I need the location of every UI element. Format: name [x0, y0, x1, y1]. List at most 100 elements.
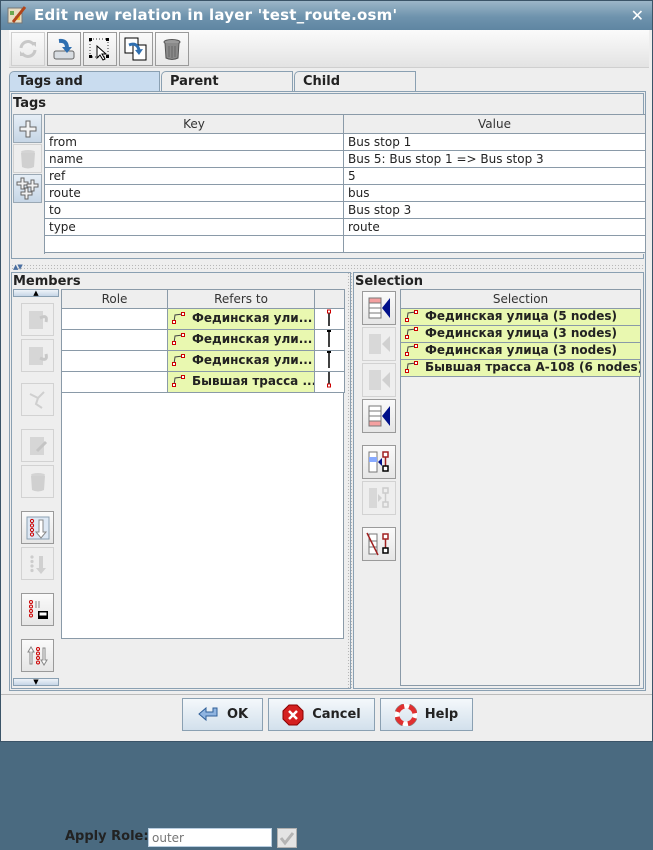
- add-selected-at-start-button[interactable]: [362, 291, 396, 325]
- tag-value[interactable]: 5: [343, 167, 646, 185]
- way-icon: [172, 354, 186, 369]
- member-refers-to[interactable]: Бывшая трасса ...: [167, 371, 315, 393]
- refresh-button[interactable]: [11, 32, 45, 66]
- role-input[interactable]: [148, 828, 272, 847]
- selection-row[interactable]: Фединская улица (3 nodes): [400, 325, 641, 343]
- value-column-header[interactable]: Value: [343, 114, 646, 134]
- splitter-arrows-icon[interactable]: ▲▼: [13, 263, 23, 271]
- tag-value-input[interactable]: [343, 235, 646, 253]
- selection-item-label: Фединская улица (3 nodes): [425, 326, 618, 341]
- linkage-column-header[interactable]: [314, 289, 345, 309]
- ok-arrow-icon: [198, 706, 218, 721]
- member-refers-to[interactable]: Фединская ули...: [167, 329, 315, 351]
- member-role[interactable]: [61, 308, 168, 330]
- duplicate-button[interactable]: [119, 32, 153, 66]
- add-selected-at-end-button[interactable]: [362, 399, 396, 433]
- linkage-cell: [314, 350, 345, 372]
- linkage-middle-icon: [327, 330, 331, 347]
- tab-parent-relations[interactable]: Parent Relations: [161, 71, 293, 109]
- scroll-up-button[interactable]: ▲: [13, 289, 59, 297]
- zoom-to-member-button[interactable]: [21, 383, 54, 416]
- horizontal-splitter[interactable]: [11, 264, 644, 270]
- scroll-down-button[interactable]: ▼: [13, 678, 59, 686]
- tag-value[interactable]: route: [343, 218, 646, 236]
- selection-item[interactable]: Фединская улица (5 nodes): [400, 308, 641, 326]
- remove-selected-button[interactable]: [362, 481, 396, 515]
- linkage-middle-icon: [327, 351, 331, 368]
- member-refers-to[interactable]: Фединская ули...: [167, 308, 315, 330]
- tag-row[interactable]: from Bus stop 1: [44, 133, 646, 151]
- tag-row[interactable]: ref 5: [44, 167, 646, 185]
- close-icon[interactable]: ✕: [631, 6, 644, 25]
- linkage-cell: [314, 329, 345, 351]
- member-role[interactable]: [61, 350, 168, 372]
- tag-key[interactable]: to: [44, 201, 344, 219]
- selection-item[interactable]: Фединская улица (3 nodes): [400, 325, 641, 343]
- new-tag-row[interactable]: [44, 235, 646, 253]
- way-icon: [172, 375, 186, 390]
- tag-key[interactable]: name: [44, 150, 344, 168]
- refers-to-column-header[interactable]: Refers to: [167, 289, 315, 309]
- tag-value[interactable]: Bus 5: Bus stop 1 => Bus stop 3: [343, 150, 646, 168]
- help-button[interactable]: Help: [380, 698, 473, 731]
- josm-app-icon: [7, 6, 27, 24]
- move-down-icon: [28, 346, 48, 365]
- title-bar[interactable]: Edit new relation in layer 'test_route.o…: [1, 1, 652, 30]
- add-tag-button[interactable]: [13, 114, 42, 143]
- member-row[interactable]: Фединская ули...: [61, 350, 345, 372]
- tag-key[interactable]: ref: [44, 167, 344, 185]
- tag-value[interactable]: bus: [343, 184, 646, 202]
- select-in-map-button[interactable]: [83, 32, 117, 66]
- selection-title: Selection: [355, 274, 424, 289]
- select-in-map-icon: [89, 38, 109, 61]
- selection-row[interactable]: Фединская улица (5 nodes): [400, 308, 641, 326]
- remove-from-relation-button[interactable]: [362, 527, 396, 561]
- selection-column-header[interactable]: Selection: [400, 289, 641, 309]
- tag-key-input[interactable]: [44, 235, 344, 253]
- tag-row[interactable]: name Bus 5: Bus stop 1 => Bus stop 3: [44, 150, 646, 168]
- selection-item[interactable]: Фединская улица (3 nodes): [400, 342, 641, 360]
- tag-key[interactable]: type: [44, 218, 344, 236]
- cancel-button[interactable]: Cancel: [268, 698, 375, 731]
- tag-key[interactable]: route: [44, 184, 344, 202]
- member-role[interactable]: [61, 329, 168, 351]
- paste-tags-button[interactable]: [13, 174, 42, 203]
- selection-item[interactable]: Бывшая трасса А-108 (6 nodes): [400, 359, 641, 377]
- remove-member-button[interactable]: [21, 465, 54, 498]
- tag-row[interactable]: route bus: [44, 184, 646, 202]
- add-selected-before-button[interactable]: [362, 327, 396, 361]
- tag-row[interactable]: type route: [44, 218, 646, 236]
- tag-row[interactable]: to Bus stop 3: [44, 201, 646, 219]
- add-selected-after-button[interactable]: [362, 363, 396, 397]
- member-refers-to[interactable]: Фединская ули...: [167, 350, 315, 372]
- edit-member-button[interactable]: [21, 429, 54, 462]
- members-section: Members ▲ ▼ Role Refers to Фединская ули…: [11, 272, 351, 848]
- member-row[interactable]: Фединская ули...: [61, 329, 345, 351]
- apply-role-button[interactable]: [277, 828, 297, 848]
- reverse-members-button[interactable]: [21, 639, 54, 672]
- role-column-header[interactable]: Role: [61, 289, 168, 309]
- way-icon: [405, 361, 419, 376]
- move-down-button[interactable]: [21, 339, 54, 372]
- member-row[interactable]: Бывшая трасса ...: [61, 371, 345, 393]
- member-role[interactable]: [61, 371, 168, 393]
- selection-row[interactable]: Фединская улица (3 nodes): [400, 342, 641, 360]
- delete-relation-button[interactable]: [155, 32, 189, 66]
- selection-row[interactable]: Бывшая трасса А-108 (6 nodes): [400, 359, 641, 377]
- apply-button[interactable]: [47, 32, 81, 66]
- select-members-button[interactable]: [362, 445, 396, 479]
- linkage-cell: [314, 308, 345, 330]
- member-row[interactable]: Фединская ули...: [61, 308, 345, 330]
- tag-value[interactable]: Bus stop 1: [343, 133, 646, 151]
- tab-tags-and-members[interactable]: Tags and Members: [9, 71, 160, 109]
- sort-members-button[interactable]: [21, 511, 54, 544]
- sort-bus-route-button[interactable]: [21, 593, 54, 626]
- sort-below-button[interactable]: [21, 547, 54, 580]
- move-up-button[interactable]: [21, 303, 54, 336]
- tag-key[interactable]: from: [44, 133, 344, 151]
- ok-button[interactable]: OK: [182, 698, 263, 731]
- tag-value[interactable]: Bus stop 3: [343, 201, 646, 219]
- key-column-header[interactable]: Key: [44, 114, 344, 134]
- tab-child-relations[interactable]: Child Relations: [294, 71, 416, 109]
- delete-tag-button[interactable]: [13, 144, 42, 173]
